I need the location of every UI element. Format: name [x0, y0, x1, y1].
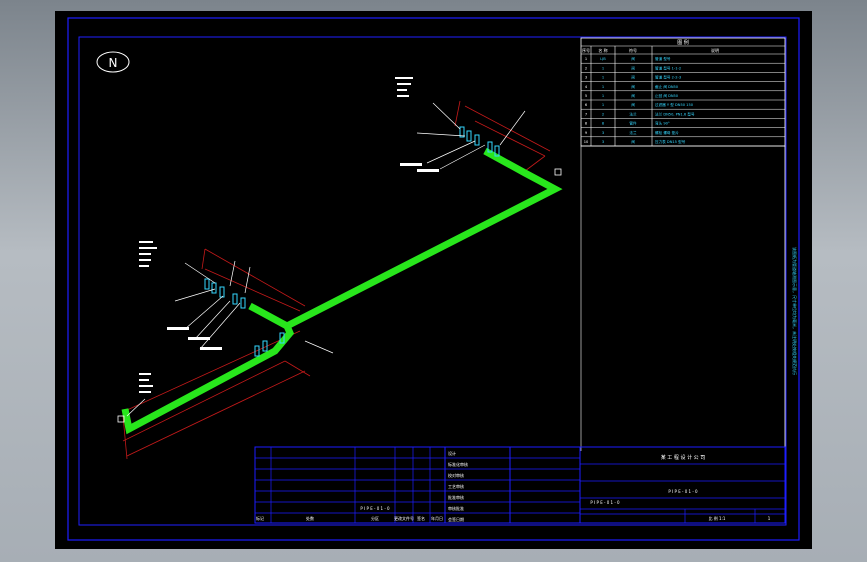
- title-block: 某 工 程 设 计 公 司 P I P E - 0 1 - 0 P I P E …: [254, 446, 786, 524]
- legend-cell-symbol: 法兰: [629, 111, 637, 116]
- title-block-label: 设计: [448, 450, 456, 456]
- north-symbol: N: [96, 51, 130, 73]
- legend-cell-name: 1: [602, 85, 604, 89]
- legend-cell-desc: 过滤器 Y 型 DN50 150: [655, 102, 694, 107]
- title-block-labels: 设计标准化审核校对审核工艺审核批准审核审核批准会签日期: [448, 450, 468, 522]
- legend-cell-symbol: 阀: [631, 56, 635, 61]
- north-label: N: [109, 56, 118, 70]
- cad-drawing-frame: N 图 例 序号 名 称 符号 说明 1 LJB 阀 管道 型号 2 1 阀 管…: [55, 11, 812, 549]
- legend-cell-desc: 截止 阀 DN50: [655, 84, 679, 89]
- legend-header-no: 序号: [582, 47, 590, 53]
- legend-cell-name: 2: [602, 112, 604, 116]
- drawing-border-inner: [78, 36, 787, 526]
- callout-tags: [117, 163, 562, 423]
- legend-cell-symbol: 阀: [631, 84, 635, 89]
- title-block-column-header: 年月日: [431, 515, 443, 521]
- legend-cell-no: 6: [585, 103, 588, 107]
- pipe-route: [121, 147, 563, 435]
- legend-cell-name: LJB: [600, 57, 606, 61]
- title-block-columns: 标记 处数 分区 更改文件号 签名 年月日: [256, 515, 443, 521]
- legend-cell-name: 3: [602, 140, 604, 144]
- legend-cell-name: 1: [602, 103, 604, 107]
- legend-cell-no: 1: [585, 57, 587, 61]
- title-block-label: 校对审核: [448, 472, 464, 478]
- legend-table: 图 例 序号 名 称 符号 说明 1 LJB 阀管道 型号2 1 阀管道 型号 1-1-…: [580, 37, 786, 147]
- legend-title: 图 例: [677, 39, 689, 46]
- legend-cell-desc: 止回 阀 DN50: [655, 93, 679, 98]
- legend-cell-name: 1: [602, 94, 604, 98]
- legend-cell-desc: 管道 型号 2-2-3: [655, 75, 681, 80]
- drawing-border-outer: [67, 17, 800, 541]
- title-block-label: 审核批准: [448, 505, 464, 511]
- legend-cell-no: 3: [585, 76, 587, 80]
- legend-cell-no: 5: [585, 94, 587, 98]
- leader-lines: [126, 102, 526, 417]
- legend-cell-no: 4: [585, 85, 588, 89]
- legend-cell-symbol: 阀: [631, 65, 635, 70]
- legend-cell-symbol: 阀: [631, 75, 635, 80]
- legend-cell-desc: 螺栓 螺母 垫片: [655, 130, 679, 135]
- title-block-column-header: 处数: [306, 515, 314, 521]
- title-block-column-header: 标记: [256, 515, 264, 521]
- legend-cell-symbol: 管件: [629, 121, 637, 126]
- drawing-name: P I P E - 0 1 - 0: [668, 489, 698, 494]
- legend-cell-no: 8: [585, 122, 588, 126]
- legend-cell-no: 9: [585, 131, 588, 135]
- title-block-column-header: 分区: [371, 515, 379, 521]
- legend-cell-name: 1: [602, 66, 604, 70]
- legend-cell-desc: 压力表 DN15 型号: [655, 139, 686, 144]
- legend-cell-symbol: 法兰: [629, 130, 637, 135]
- scale-label: 比 例 1:1: [709, 515, 726, 521]
- legend-cell-symbol: 阀: [631, 139, 635, 144]
- legend-cell-symbol: 阀: [631, 93, 635, 98]
- sheet-number: 1: [768, 516, 771, 521]
- title-block-note: P I P E - 0 1 - 0: [360, 506, 390, 511]
- legend-rows: 1 LJB 阀管道 型号2 1 阀管道 型号 1-1-23 1 阀管道 型号 2-2-34 1…: [581, 56, 785, 147]
- legend-cell-desc: 管道 型号 1-1-2: [655, 65, 681, 70]
- title-block-column-header: 签名: [417, 515, 425, 521]
- legend-cell-name: 3: [602, 131, 604, 135]
- title-block-column-header: 更改文件号: [394, 515, 414, 521]
- legend-cell-desc: 法兰 DN50, PN1.6 型号: [655, 111, 695, 116]
- legend-cell-symbol: 阀: [631, 102, 635, 107]
- legend-cell-no: 2: [585, 66, 587, 70]
- title-block-label: 会签日期: [448, 516, 464, 522]
- legend-cell-no: 7: [585, 112, 587, 116]
- legend-cell-name: 8: [602, 122, 605, 126]
- legend-header-desc: 说明: [711, 47, 719, 53]
- legend-header-name: 名 称: [598, 47, 607, 53]
- legend-cell-desc: 弯头 90°: [655, 121, 670, 126]
- cad-drawing: N 图 例 序号 名 称 符号 说明 1 LJB 阀 管道 型号2 1 阀 管道…: [67, 17, 800, 541]
- title-block-label: 批准审核: [448, 494, 464, 500]
- company-name: 某 工 程 设 计 公 司: [661, 454, 706, 461]
- legend-cell-name: 1: [602, 76, 604, 80]
- title-block-label: 工艺审核: [448, 483, 464, 489]
- legend-cell-no: 10: [584, 140, 589, 144]
- title-block-label: 标准化审核: [448, 461, 468, 467]
- legend-header-symbol: 符号: [629, 47, 637, 53]
- side-note: 该图纸为管道轴测图示意，尺寸单位均为毫米，未注明处按相关规范执行: [792, 247, 798, 375]
- drawing-number: P I P E - 0 1 - 0: [590, 500, 620, 505]
- legend-cell-desc: 管道 型号: [655, 56, 671, 61]
